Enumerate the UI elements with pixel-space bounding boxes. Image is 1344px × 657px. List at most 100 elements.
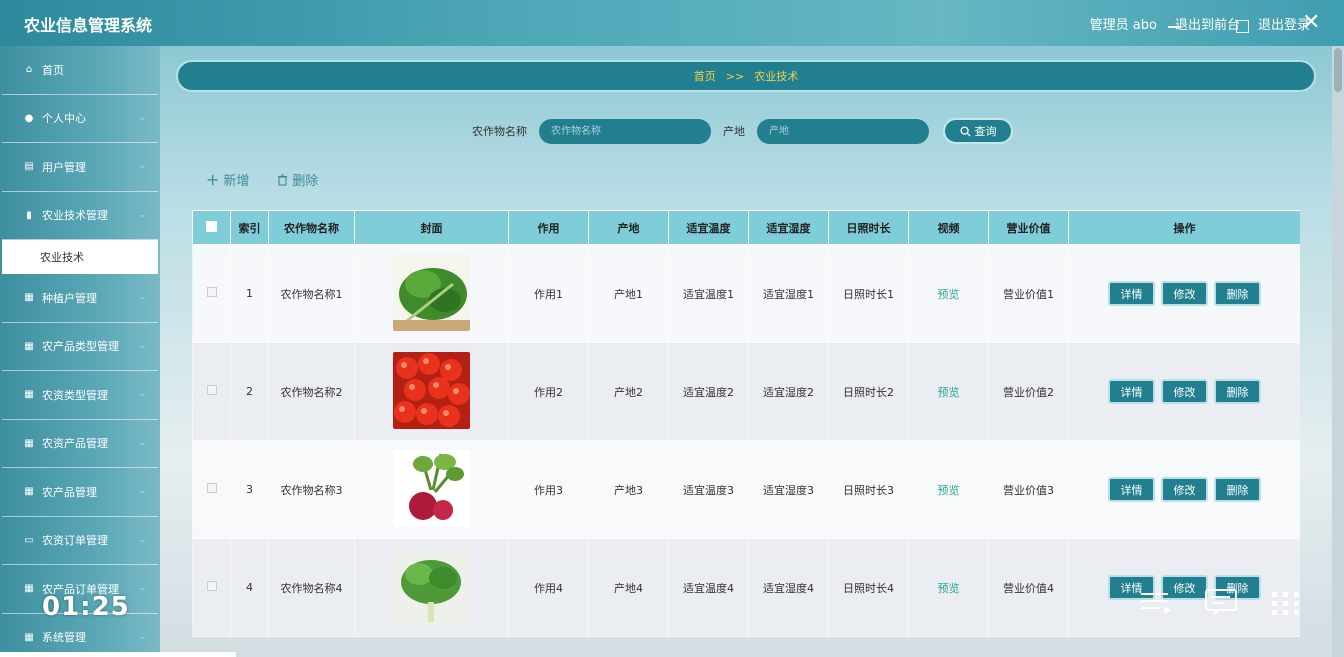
query-button[interactable]: 查询: [943, 118, 1013, 144]
row-delete-button[interactable]: 删除: [1214, 477, 1261, 502]
sunlight-cell-text: 日照时长2: [843, 385, 894, 399]
crop-name-cell-text: 农作物名称2: [280, 385, 343, 399]
sidebar-item[interactable]: ▦ 农资产品管理 ⌄: [2, 420, 158, 468]
video-preview-link-text[interactable]: 预览: [938, 484, 960, 497]
crop-name-cell: 农作物名称1: [268, 244, 355, 343]
video-preview-link[interactable]: 预览: [908, 440, 989, 539]
origin-cell-text: 产地1: [614, 287, 643, 301]
sidebar-item[interactable]: ▦ 种植户管理 ⌄: [2, 274, 158, 323]
sidebar-item[interactable]: ▤ 用户管理 ⌄: [2, 143, 158, 192]
cover-image: [393, 449, 470, 527]
add-button[interactable]: + 新增: [206, 170, 249, 190]
playlist-icon[interactable]: [1140, 590, 1172, 616]
bar-chart-icon: ▮: [26, 209, 32, 221]
edit-button[interactable]: 修改: [1161, 379, 1208, 404]
sidebar-subitem[interactable]: 农业技术: [2, 240, 158, 274]
column-header: 适宜湿度: [748, 210, 829, 245]
grid-icon: ▦: [24, 292, 34, 304]
video-preview-link-text[interactable]: 预览: [938, 582, 960, 595]
plus-icon: +: [206, 170, 220, 189]
detail-button[interactable]: 详情: [1108, 477, 1155, 502]
cover-cell: [354, 440, 509, 539]
breadcrumb-separator: >>: [725, 69, 745, 83]
value-cell-text: 营业价值4: [1003, 581, 1054, 595]
crop-name-label: 农作物名称: [472, 125, 527, 138]
video-preview-link[interactable]: 预览: [908, 342, 989, 441]
row-checkbox[interactable]: [206, 581, 217, 591]
select-all-checkbox[interactable]: [206, 220, 217, 232]
sidebar-item-label: 农业技术管理: [42, 209, 108, 223]
sidebar-item[interactable]: ▦ 农资类型管理 ⌄: [2, 371, 158, 420]
row-delete-button[interactable]: 删除: [1214, 281, 1261, 306]
user-label: 管理员 abo: [1089, 18, 1157, 33]
close-icon[interactable]: ✕: [1302, 12, 1322, 34]
cover-cell: [354, 342, 509, 441]
video-preview-link-text[interactable]: 预览: [938, 386, 960, 399]
sunlight-cell: 日照时长2: [828, 342, 909, 441]
comment-icon[interactable]: [1204, 588, 1238, 618]
sidebar-item[interactable]: ▭ 农资订单管理 ⌄: [2, 517, 158, 565]
crop-name-cell-text: 农作物名称4: [280, 581, 343, 595]
chevron-down-icon: ⌄: [138, 209, 146, 220]
column-header: 适宜温度: [668, 210, 749, 245]
chevron-down-icon: ⌄: [138, 292, 146, 302]
cover-image: [393, 253, 470, 331]
table-row[interactable]: 1 农作物名称1 作用1 产地1 适宜温度1 适宜湿度1 日照时长1 预览 营业价值1 详情 修改删…: [192, 244, 1300, 343]
exit-front-link[interactable]: 退出到前台: [1175, 14, 1240, 33]
table-row[interactable]: 2 农作物名称2 作用2 产地2 适宜温度2 适宜湿度2 日照时长2 预览 营业价值2 详情 修改删…: [192, 342, 1300, 441]
table-row[interactable]: 3 农作物名称3 作用3 产地3 适宜温度3 适宜湿度3 日照时长3 预览 营业价值3 详情 修改删…: [192, 440, 1300, 539]
detail-button[interactable]: 详情: [1108, 379, 1155, 404]
delete-button[interactable]: 删除: [277, 170, 318, 189]
cover-cell: [354, 244, 509, 343]
sunlight-cell: 日照时长4: [828, 538, 909, 637]
table-row[interactable]: 4 农作物名称4 作用4 产地4 适宜温度4 适宜湿度4 日照时长4 预览 营业价值4 详情 修改删…: [192, 538, 1300, 637]
apps-grid-icon[interactable]: [1270, 590, 1302, 618]
sidebar-item-label: 农资类型管理: [42, 388, 108, 402]
sidebar-item-label: 用户管理: [42, 160, 86, 174]
sidebar-item[interactable]: ● 个人中心 ⌄: [2, 95, 158, 143]
chevron-down-icon: ⌄: [138, 340, 146, 351]
sidebar-item[interactable]: ⌂ 首页: [2, 46, 158, 95]
temperature-cell: 适宜温度2: [668, 342, 749, 441]
breadcrumb-current: 农业技术: [754, 70, 799, 83]
row-checkbox[interactable]: [206, 483, 217, 493]
breadcrumb: 首页 >> 农业技术: [176, 60, 1316, 92]
sidebar-item[interactable]: ▦ 农产品管理 ⌄: [2, 468, 158, 517]
effect-cell-text: 作用1: [534, 287, 563, 301]
row-checkbox[interactable]: [206, 385, 217, 395]
temperature-cell-text: 适宜温度2: [683, 385, 734, 399]
crop-name-cell-text: 农作物名称3: [280, 483, 343, 497]
value-cell: 营业价值2: [988, 342, 1069, 441]
action-row: + 新增 删除: [206, 170, 318, 190]
edit-button[interactable]: 修改: [1161, 477, 1208, 502]
video-preview-link[interactable]: 预览: [908, 538, 989, 637]
detail-button[interactable]: 详情: [1108, 281, 1155, 306]
origin-input[interactable]: [757, 118, 929, 144]
video-preview-link-text[interactable]: 预览: [938, 288, 960, 301]
sidebar-item-label: 首页: [42, 63, 64, 77]
page-scrollbar[interactable]: [1332, 46, 1344, 657]
row-select-cell: [192, 440, 231, 539]
crop-name-input[interactable]: [539, 118, 711, 144]
chevron-down-icon: ⌄: [138, 437, 146, 448]
row-checkbox[interactable]: [206, 287, 217, 297]
sidebar-item[interactable]: ▦ 农产品类型管理 ⌄: [2, 323, 158, 371]
scrollbar-thumb[interactable]: [1334, 48, 1342, 92]
grid-icon: ▦: [24, 389, 34, 401]
search-icon: [959, 125, 971, 137]
humidity-cell-text: 适宜湿度3: [763, 483, 814, 497]
sidebar-item-label: 系统管理: [42, 631, 86, 645]
sunlight-cell: 日照时长3: [828, 440, 909, 539]
breadcrumb-home[interactable]: 首页: [694, 68, 716, 84]
index-cell-text: 1: [246, 287, 253, 300]
operations-cell: 详情 修改 删除: [1068, 440, 1300, 539]
grid-icon: ▦: [24, 583, 34, 595]
search-bar: 农作物名称 产地 查询: [472, 118, 1013, 144]
sidebar-item[interactable]: ▮ 农业技术管理 ⌄: [2, 192, 158, 240]
video-preview-link[interactable]: 预览: [908, 244, 989, 343]
chevron-down-icon: ⌄: [138, 486, 146, 496]
row-delete-button[interactable]: 删除: [1214, 379, 1261, 404]
edit-button[interactable]: 修改: [1161, 281, 1208, 306]
effect-cell: 作用4: [508, 538, 589, 637]
crop-name-cell: 农作物名称2: [268, 342, 355, 441]
